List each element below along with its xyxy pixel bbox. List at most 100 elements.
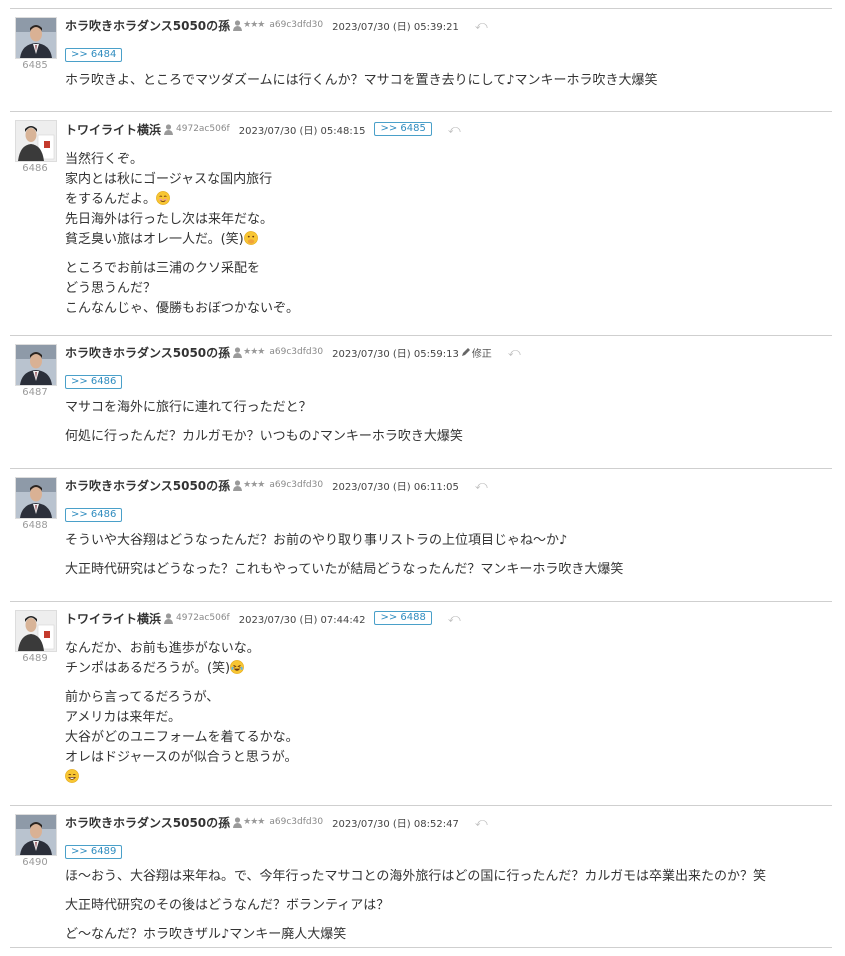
post-paragraph: 何処に行ったんだ？カルガモか？いつもの♪マンキーホラ吹き大爆笑: [65, 427, 830, 447]
avatar[interactable]: [15, 344, 57, 386]
avatar[interactable]: [15, 17, 57, 59]
post-text: ところでお前は三浦のクソ采配を: [65, 261, 261, 276]
post-line: 大正時代研究のその後はどうなんだ？ボランティアは？: [65, 896, 830, 916]
post-text: 当然行くぞ。: [65, 152, 144, 167]
reply-icon[interactable]: ⤺: [448, 611, 461, 626]
user-id: a69c3dfd30: [269, 347, 324, 357]
post-header: ホラ吹きホラダンス5050の孫 ★★★ a69c3dfd30 2023/07/30 (…: [65, 15, 488, 35]
post-text: ど～なんだ？ホラ吹きザル♪マンキー廃人大爆笑: [65, 927, 347, 942]
comment-post: 6490 ホラ吹きホラダンス5050の孫 ★★★ a69c3dfd30 2023/07/…: [10, 805, 832, 956]
post-line: 先日海外は行ったし次は来年だな。: [65, 210, 830, 230]
post-text: をするんだよ。: [65, 192, 157, 207]
user-icon: [233, 816, 243, 828]
post-text: 家内とは秋にゴージャスな国内旅行: [65, 172, 273, 187]
post-text: 大正時代研究のその後はどうなんだ？ボランティアは？: [65, 898, 390, 913]
post-line: マサコを海外に旅行に連れて行っただと？: [65, 398, 830, 418]
post-header: ホラ吹きホラダンス5050の孫 ★★★ a69c3dfd30 2023/07/30 (…: [65, 812, 488, 832]
author-name[interactable]: ホラ吹きホラダンス5050の孫: [65, 814, 230, 831]
reply-icon[interactable]: ⤺: [475, 18, 488, 33]
user-icon: [164, 123, 174, 135]
post-paragraph: ホラ吹きよ、ところでマツダズームには行くんか？マサコを置き去りにして♪マンキーホ…: [65, 71, 830, 91]
post-line: 家内とは秋にゴージャスな国内旅行: [65, 170, 830, 190]
post-body: ホラ吹きよ、ところでマツダズームには行くんか？マサコを置き去りにして♪マンキーホ…: [65, 71, 830, 91]
post-date: 2023/07/30 (日) 05:59:13: [332, 348, 459, 360]
reply-anchor-link[interactable]: >> 6488: [374, 611, 432, 625]
reply-anchor-row: >> 6486: [65, 369, 123, 389]
post-paragraph: ほ～おう、大谷翔は来年ね。で、今年行ったマサコとの海外旅行はどの国に行ったんだ？…: [65, 867, 830, 887]
post-paragraph: そういや大谷翔はどうなったんだ？お前のやり取り事リストラの上位項目じゃね～か♪: [65, 531, 830, 551]
post-text: 何処に行ったんだ？カルガモか？いつもの♪マンキーホラ吹き大爆笑: [65, 429, 463, 444]
rank-stars: ★★★: [243, 817, 265, 827]
comment-post: 6486 トワイライト横浜 4972ac506f 2023/07/30 (日) 05:…: [10, 111, 832, 336]
post-number: 6487: [22, 387, 48, 398]
post-paragraph: 当然行くぞ。家内とは秋にゴージャスな国内旅行 をするんだよ。先日海外は行ったし次は…: [65, 150, 830, 250]
author-name[interactable]: ホラ吹きホラダンス5050の孫: [65, 477, 230, 494]
post-body: 当然行くぞ。家内とは秋にゴージャスな国内旅行 をするんだよ。先日海外は行ったし次は…: [65, 150, 830, 319]
reply-anchor-link[interactable]: >> 6486: [65, 508, 123, 522]
post-text: どう思うんだ？: [65, 281, 157, 296]
post-date: 2023/07/30 (日) 06:11:05: [332, 481, 459, 493]
post-text: こんなんじゃ、優勝もおぼつかないぞ。: [65, 301, 300, 316]
user-id: 4972ac506f: [176, 124, 230, 134]
divider: [10, 947, 832, 948]
post-line: をするんだよ。: [65, 190, 830, 210]
avatar[interactable]: [15, 120, 57, 162]
avatar[interactable]: [15, 814, 57, 856]
author-name[interactable]: ホラ吹きホラダンス5050の孫: [65, 344, 230, 361]
author-name[interactable]: ホラ吹きホラダンス5050の孫: [65, 17, 230, 34]
reply-icon[interactable]: ⤺: [475, 478, 488, 493]
reply-anchor-link[interactable]: >> 6486: [65, 375, 123, 389]
post-text: そういや大谷翔はどうなったんだ？お前のやり取り事リストラの上位項目じゃね～か♪: [65, 533, 568, 548]
post-text: 大谷がどのユニフォームを着てるかな。: [65, 730, 299, 745]
rank-stars: ★★★: [243, 20, 265, 30]
shush-emoji-icon: [243, 231, 258, 247]
post-text: マサコを海外に旅行に連れて行っただと？: [65, 400, 312, 415]
post-paragraph: なんだか、お前も進歩がないな。 チンポはあるだろうが。(笑): [65, 639, 830, 679]
post-text: 先日海外は行ったし次は来年だな。: [65, 212, 274, 227]
rank-stars: ★★★: [243, 480, 265, 490]
post-line: ど～なんだ？ホラ吹きザル♪マンキー廃人大爆笑: [65, 925, 830, 945]
post-line: なんだか、お前も進歩がないな。: [65, 639, 830, 659]
avatar[interactable]: [15, 610, 57, 652]
comment-post: 6487 ホラ吹きホラダンス5050の孫 ★★★ a69c3dfd30 2023/07/…: [10, 335, 832, 469]
smile-emoji-icon: [156, 191, 170, 207]
reply-anchor-link[interactable]: >> 6489: [65, 845, 123, 859]
reply-anchor-link[interactable]: >> 6484: [65, 48, 123, 62]
post-date: 2023/07/30 (日) 08:52:47: [332, 818, 459, 830]
user-icon: [164, 612, 174, 624]
post-line: 大谷がどのユニフォームを着てるかな。: [65, 728, 830, 748]
avatar[interactable]: [15, 477, 57, 519]
post-line: そういや大谷翔はどうなったんだ？お前のやり取り事リストラの上位項目じゃね～か♪: [65, 531, 830, 551]
post-body: ほ～おう、大谷翔は来年ね。で、今年行ったマサコとの海外旅行はどの国に行ったんだ？…: [65, 867, 830, 945]
post-line: ホラ吹きよ、ところでマツダズームには行くんか？マサコを置き去りにして♪マンキーホ…: [65, 71, 830, 91]
reply-icon[interactable]: ⤺: [448, 122, 461, 137]
post-number: 6488: [22, 520, 48, 531]
post-line: チンポはあるだろうが。(笑): [65, 659, 830, 679]
reply-icon[interactable]: ⤺: [508, 345, 521, 360]
reply-anchor-link[interactable]: >> 6485: [374, 122, 432, 136]
post-line: 貧乏臭い旅はオレ一人だ。(笑): [65, 230, 830, 250]
post-text: ほ～おう、大谷翔は来年ね。で、今年行ったマサコとの海外旅行はどの国に行ったんだ？…: [65, 869, 766, 884]
post-line: ほ～おう、大谷翔は来年ね。で、今年行ったマサコとの海外旅行はどの国に行ったんだ？…: [65, 867, 830, 887]
post-number: 6486: [22, 163, 48, 174]
comment-post: 6488 ホラ吹きホラダンス5050の孫 ★★★ a69c3dfd30 2023/07/…: [10, 468, 832, 602]
post-paragraph: ど～なんだ？ホラ吹きザル♪マンキー廃人大爆笑: [65, 925, 830, 945]
post-date: 2023/07/30 (日) 05:39:21: [332, 21, 459, 33]
reply-icon[interactable]: ⤺: [475, 815, 488, 830]
user-icon: [233, 346, 243, 358]
comment-post: 6489 トワイライト横浜 4972ac506f 2023/07/30 (日) 07:…: [10, 601, 832, 806]
post-body: マサコを海外に旅行に連れて行っただと？ 何処に行ったんだ？カルガモか？いつもの♪マ…: [65, 398, 830, 447]
post-line: 前から言ってるだろうが、: [65, 688, 830, 708]
author-name[interactable]: トワイライト横浜: [65, 610, 161, 627]
author-name[interactable]: トワイライト横浜: [65, 121, 161, 138]
user-id: a69c3dfd30: [269, 817, 324, 827]
post-paragraph: ところでお前は三浦のクソ采配を どう思うんだ？ こんなんじゃ、優勝もおぼつかないぞ。: [65, 259, 830, 319]
post-body: そういや大谷翔はどうなったんだ？お前のやり取り事リストラの上位項目じゃね～か♪ 大…: [65, 531, 830, 580]
rofl-emoji-icon: [230, 660, 245, 676]
reply-anchor-row: >> 6484: [65, 42, 123, 62]
post-paragraph: 大正時代研究のその後はどうなんだ？ボランティアは？: [65, 896, 830, 916]
post-line: こんなんじゃ、優勝もおぼつかないぞ。: [65, 299, 830, 319]
post-paragraph: 前から言ってるだろうが、 アメリカは来年だ。 大谷がどのユニフォームを着てるかな。オ…: [65, 688, 830, 788]
reply-anchor-row: >> 6489: [65, 839, 123, 859]
post-number: 6489: [22, 653, 48, 664]
